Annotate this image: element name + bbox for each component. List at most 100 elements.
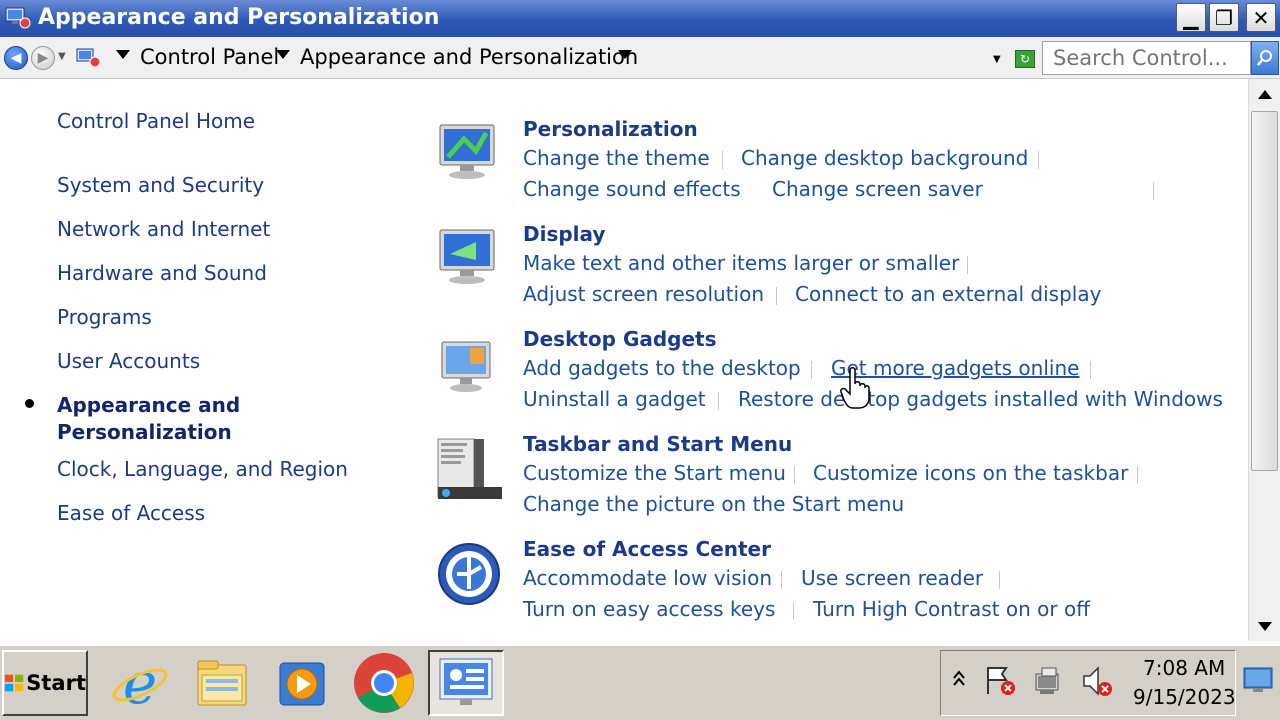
scroll-up-button[interactable] xyxy=(1249,79,1280,109)
triangle-up-icon xyxy=(1257,89,1272,99)
recent-pages-dropdown[interactable]: ▼ xyxy=(58,51,66,62)
desktop-gadgets-heading[interactable]: Desktop Gadgets xyxy=(523,327,717,351)
change-screen-saver-link[interactable]: Change screen saver xyxy=(772,177,983,201)
vertical-scrollbar[interactable] xyxy=(1248,79,1280,641)
current-item-bullet xyxy=(25,399,34,408)
gadgets-icon[interactable] xyxy=(436,334,502,400)
forward-button[interactable]: ▶ xyxy=(31,46,55,70)
taskbar-start-menu-heading[interactable]: Taskbar and Start Menu xyxy=(523,432,792,456)
high-contrast-link[interactable]: Turn High Contrast on or off xyxy=(813,597,1090,621)
breadcrumb-appearance[interactable]: Appearance and Personalization xyxy=(300,45,638,69)
separator xyxy=(1090,361,1091,379)
taskbar-internet-explorer[interactable]: e xyxy=(102,650,178,716)
personalization-icon[interactable] xyxy=(436,119,502,185)
ease-of-access-icon[interactable] xyxy=(436,541,502,607)
nav-hardware-and-sound[interactable]: Hardware and Sound xyxy=(57,261,267,285)
breadcrumb-chevron-icon[interactable] xyxy=(116,50,130,59)
clock-date[interactable]: 9/15/2023 xyxy=(1133,685,1236,709)
action-center-flag[interactable] xyxy=(984,664,1018,702)
search-button[interactable] xyxy=(1251,41,1279,75)
text-size-link[interactable]: Make text and other items larger or smal… xyxy=(523,251,959,275)
internet-explorer-icon: e xyxy=(112,653,168,713)
taskbar-control-panel[interactable] xyxy=(428,650,504,716)
separator xyxy=(793,602,794,620)
search-icon xyxy=(1257,50,1272,66)
main-content: Personalization Change the theme Change … xyxy=(400,79,1248,644)
display-heading[interactable]: Display xyxy=(523,222,605,246)
windows-logo-icon xyxy=(4,674,24,692)
refresh-icon[interactable]: ↻ xyxy=(1015,50,1035,68)
back-button[interactable]: ◀ xyxy=(4,46,28,70)
separator xyxy=(811,361,812,379)
search-input[interactable] xyxy=(1042,41,1251,75)
easy-access-keys-link[interactable]: Turn on easy access keys xyxy=(523,597,775,621)
uninstall-gadget-link[interactable]: Uninstall a gadget xyxy=(523,387,706,411)
taskbar-chrome[interactable] xyxy=(346,650,422,716)
triangle-down-icon xyxy=(1257,621,1272,631)
address-bar: ◀ ▶ ▼ Control Panel Appearance and Perso… xyxy=(0,37,1280,79)
separator xyxy=(794,466,795,484)
nav-system-and-security[interactable]: System and Security xyxy=(57,173,264,197)
network-icon xyxy=(1035,667,1059,694)
nav-programs[interactable]: Programs xyxy=(57,305,152,329)
change-start-picture-link[interactable]: Change the picture on the Start menu xyxy=(523,492,904,516)
nav-clock-language-region[interactable]: Clock, Language, and Region xyxy=(57,457,348,481)
add-gadgets-link[interactable]: Add gadgets to the desktop xyxy=(523,356,801,380)
low-vision-link[interactable]: Accommodate low vision xyxy=(523,566,772,590)
display-icon[interactable] xyxy=(436,224,502,290)
breadcrumb-chevron-icon[interactable] xyxy=(618,50,632,59)
personalization-heading[interactable]: Personalization xyxy=(523,117,698,141)
scroll-thumb[interactable] xyxy=(1251,111,1278,471)
change-sound-effects-link[interactable]: Change sound effects xyxy=(523,177,741,201)
media-player-icon xyxy=(279,662,325,706)
window-titlebar: Appearance and Personalization ▁ ❐ ✕ xyxy=(0,0,1280,37)
separator xyxy=(1038,151,1039,169)
show-hidden-icons-button[interactable] xyxy=(952,668,966,692)
breadcrumb-chevron-icon[interactable] xyxy=(276,50,290,59)
restore-gadgets-link[interactable]: Restore desktop gadgets installed with W… xyxy=(738,387,1223,411)
get-more-gadgets-link[interactable]: Get more gadgets online xyxy=(831,356,1079,380)
screen-reader-link[interactable]: Use screen reader xyxy=(801,566,983,590)
left-navigation: Control Panel Home System and Security N… xyxy=(0,79,400,644)
chevron-up-icon xyxy=(953,670,965,686)
show-desktop-icon[interactable] xyxy=(1243,666,1273,694)
start-label: Start xyxy=(26,671,86,695)
arrow-left-icon: ◀ xyxy=(10,50,22,66)
clock-time[interactable]: 7:08 AM xyxy=(1143,656,1225,680)
minimize-button[interactable]: ▁ xyxy=(1176,3,1206,32)
taskbar-media-player[interactable] xyxy=(264,650,340,716)
nav-user-accounts[interactable]: User Accounts xyxy=(57,349,200,373)
nav-ease-of-access[interactable]: Ease of Access xyxy=(57,501,205,525)
change-desktop-background-link[interactable]: Change desktop background xyxy=(741,146,1028,170)
network-status[interactable] xyxy=(1032,664,1066,702)
file-explorer-icon xyxy=(197,660,247,706)
maximize-button[interactable]: ❐ xyxy=(1209,3,1239,32)
nav-network-and-internet[interactable]: Network and Internet xyxy=(57,217,270,241)
close-button[interactable]: ✕ xyxy=(1246,3,1276,32)
taskbar-icon[interactable] xyxy=(436,437,502,503)
customize-start-menu-link[interactable]: Customize the Start menu xyxy=(523,461,786,485)
separator xyxy=(999,571,1000,589)
speaker-muted-icon xyxy=(1083,666,1112,696)
separator xyxy=(718,392,719,410)
start-button[interactable]: Start xyxy=(2,650,88,716)
control-panel-icon xyxy=(5,7,31,29)
taskbar-file-explorer[interactable] xyxy=(184,650,260,716)
separator xyxy=(781,571,782,589)
ease-of-access-center-heading[interactable]: Ease of Access Center xyxy=(523,537,771,561)
scroll-down-button[interactable] xyxy=(1249,611,1280,641)
control-panel-icon xyxy=(439,658,493,705)
volume-control[interactable] xyxy=(1080,664,1114,702)
control-panel-breadcrumb-icon[interactable] xyxy=(75,45,105,71)
external-display-link[interactable]: Connect to an external display xyxy=(795,282,1101,306)
nav-control-panel-home[interactable]: Control Panel Home xyxy=(57,109,255,133)
separator xyxy=(1153,182,1154,200)
screen-resolution-link[interactable]: Adjust screen resolution xyxy=(523,282,764,306)
taskbar: Start e 7:08 AM 9/15/2023 xyxy=(0,644,1280,720)
breadcrumb-control-panel[interactable]: Control Panel xyxy=(140,45,279,69)
change-theme-link[interactable]: Change the theme xyxy=(523,146,710,170)
customize-taskbar-icons-link[interactable]: Customize icons on the taskbar xyxy=(813,461,1128,485)
separator xyxy=(776,287,777,305)
arrow-right-icon: ▶ xyxy=(37,50,49,66)
address-dropdown-icon[interactable]: ▼ xyxy=(993,54,1001,65)
